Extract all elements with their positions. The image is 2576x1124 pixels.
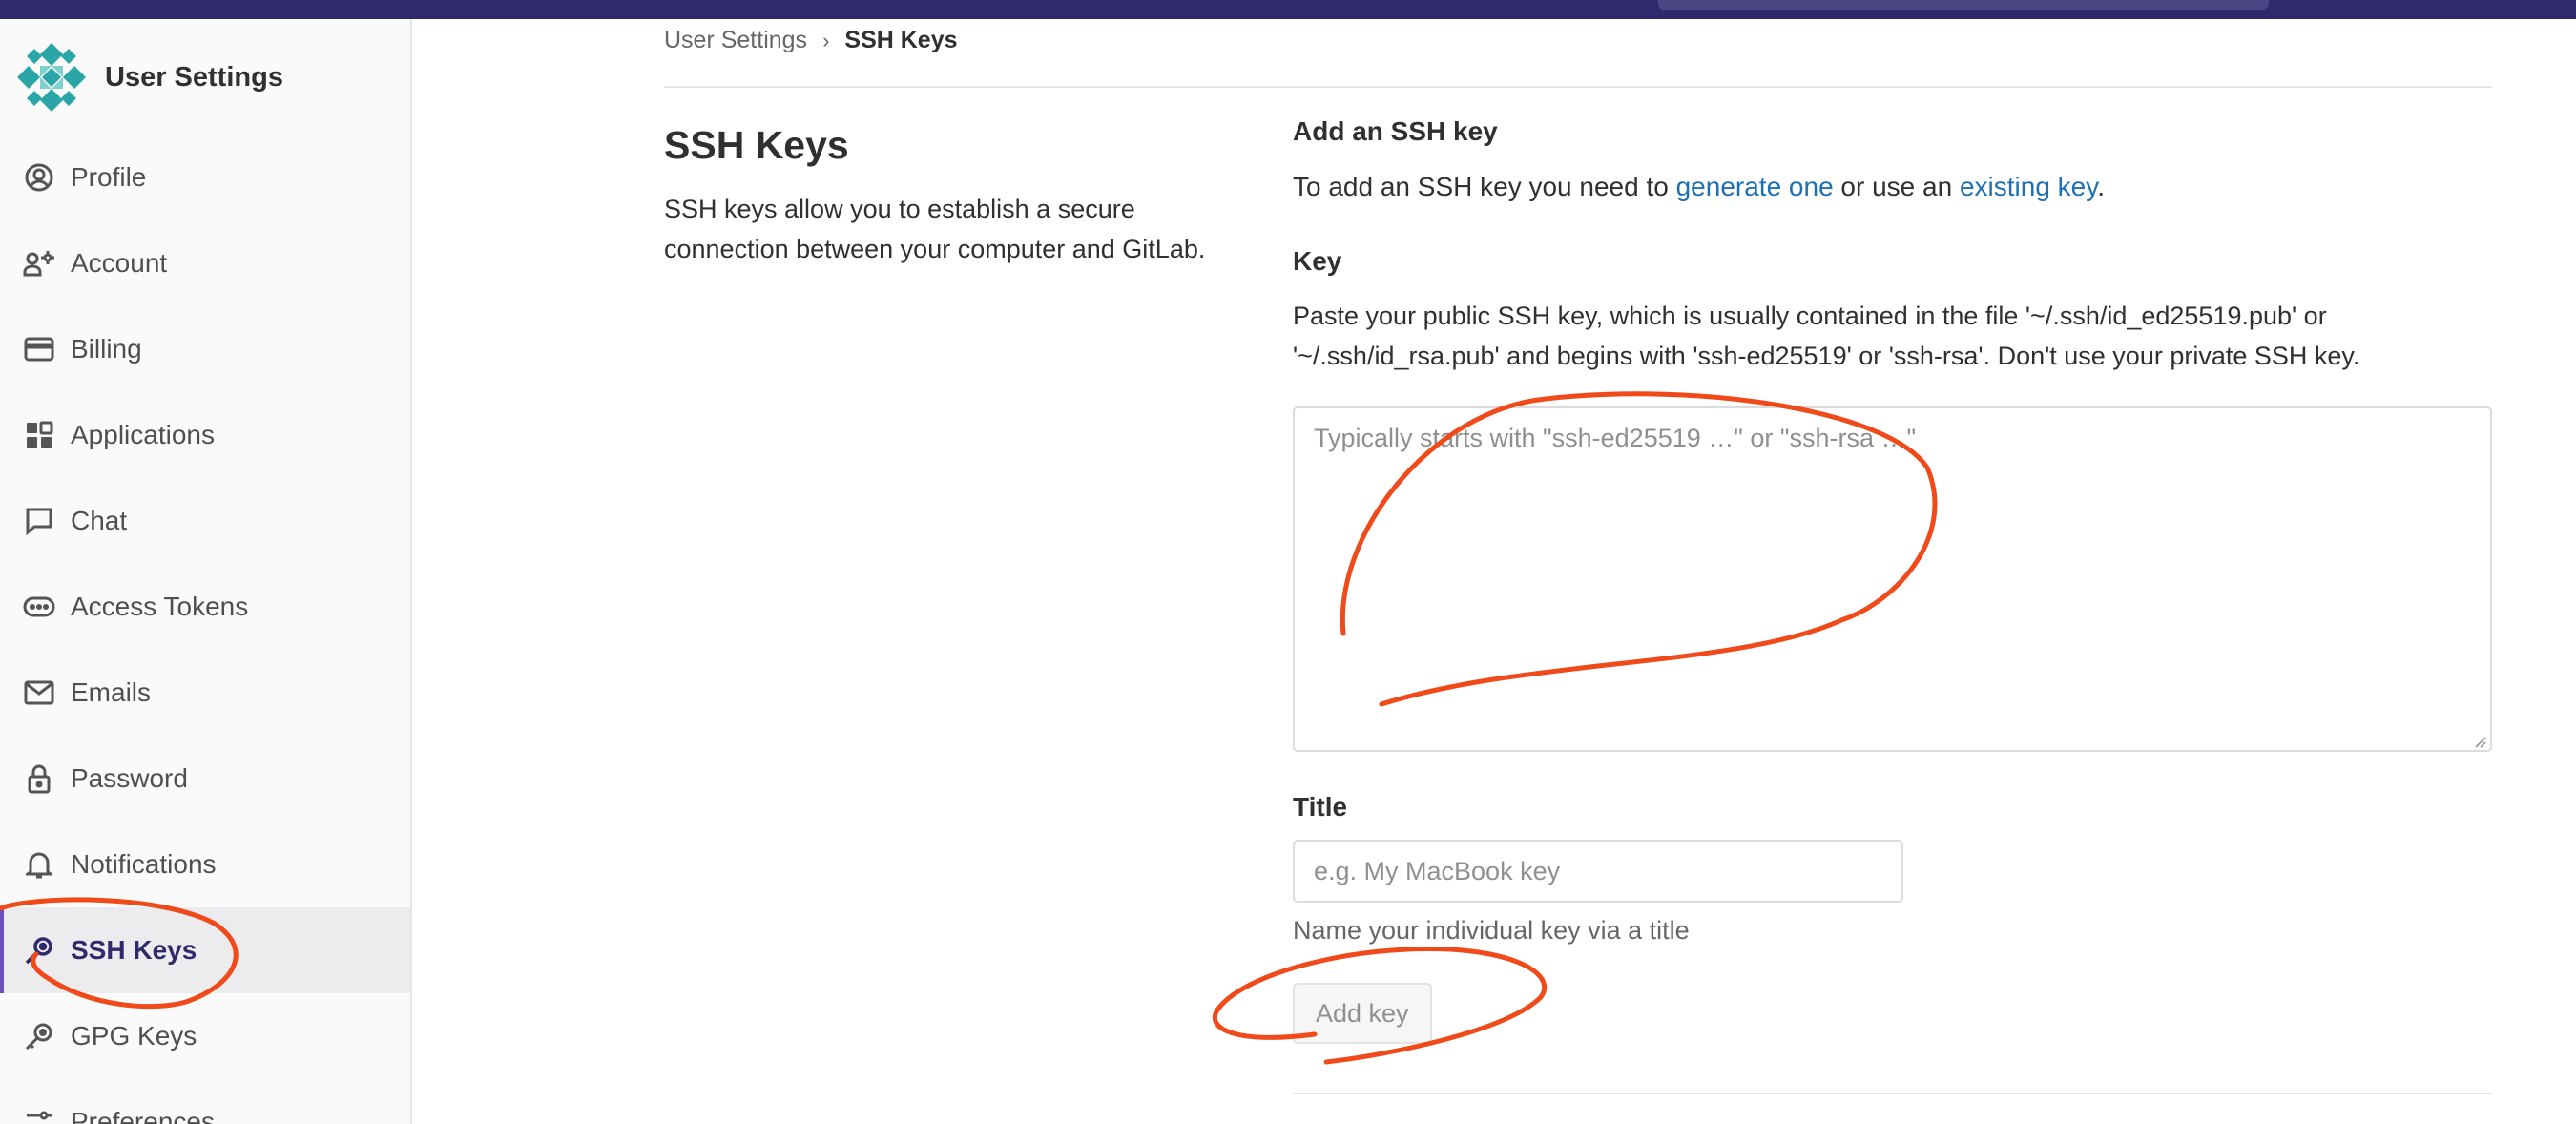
instruction-text: .: [2097, 172, 2105, 201]
sidebar-item-applications[interactable]: Applications: [0, 392, 410, 478]
section-title: Add an SSH key: [1293, 116, 1498, 146]
breadcrumb: User Settings › SSH Keys: [664, 27, 958, 54]
sidebar-item-gpg-keys[interactable]: GPG Keys: [0, 993, 410, 1079]
instruction-text: or use an: [1833, 172, 1960, 201]
email-icon: [23, 676, 55, 709]
sidebar-item-ssh-keys[interactable]: SSH Keys: [0, 907, 410, 993]
add-key-instructions: To add an SSH key you need to generate o…: [1293, 172, 2105, 202]
key-label: Key: [1293, 246, 1342, 276]
sidebar-item-label: Applications: [71, 420, 215, 449]
generate-one-link[interactable]: generate one: [1676, 172, 1834, 201]
sidebar-item-label: Chat: [71, 506, 128, 535]
sidebar-item-label: Emails: [71, 677, 152, 707]
sidebar-item-notifications[interactable]: Notifications: [0, 822, 410, 907]
page-description: SSH keys allow you to establish a secure…: [664, 195, 1206, 263]
profile-icon: [23, 161, 55, 194]
add-key-button[interactable]: Add key: [1293, 983, 1432, 1044]
sidebar-item-label: Billing: [71, 334, 142, 364]
settings-sidebar: User Settings Profile Account Billing Ap…: [0, 19, 412, 1124]
sidebar-header: User Settings: [15, 40, 283, 114]
existing-key-link[interactable]: existing key: [1960, 172, 2097, 201]
applications-icon: [23, 419, 55, 451]
bell-icon: [23, 848, 55, 881]
sidebar-item-label: Profile: [71, 162, 147, 192]
lock-icon: [23, 762, 55, 795]
title-label: Title: [1293, 792, 1348, 822]
key-title-input[interactable]: [1293, 840, 1903, 903]
sidebar-item-billing[interactable]: Billing: [0, 306, 410, 392]
sidebar-item-label: Notifications: [71, 849, 217, 879]
key-icon: [23, 1020, 55, 1052]
sidebar-item-profile[interactable]: Profile: [0, 135, 410, 220]
user-avatar-icon[interactable]: [15, 41, 88, 114]
access-tokens-icon: [23, 591, 55, 623]
account-icon: [23, 247, 55, 280]
sidebar-title: User Settings: [105, 61, 283, 93]
breadcrumb-current: SSH Keys: [844, 27, 958, 53]
resize-handle-icon[interactable]: [2473, 735, 2486, 748]
sidebar-item-access-tokens[interactable]: Access Tokens: [0, 564, 410, 650]
sidebar-item-account[interactable]: Account: [0, 220, 410, 306]
title-help-text: Name your individual key via a title: [1293, 916, 1690, 945]
breadcrumb-separator-icon: ›: [822, 28, 830, 52]
chat-icon: [23, 505, 55, 537]
ssh-key-textarea[interactable]: [1293, 406, 2492, 752]
top-navbar: [0, 0, 2576, 19]
billing-icon: [23, 333, 55, 365]
instruction-text: To add an SSH key you need to: [1293, 172, 1676, 201]
sidebar-item-label: GPG Keys: [71, 1021, 197, 1051]
preferences-icon: [23, 1106, 55, 1124]
sidebar-item-label: Password: [71, 763, 188, 793]
key-icon: [23, 934, 55, 967]
sidebar-item-emails[interactable]: Emails: [0, 650, 410, 736]
page-intro: SSH Keys SSH keys allow you to establish…: [664, 118, 1217, 269]
key-help-text: Paste your public SSH key, which is usua…: [1293, 302, 2360, 370]
breadcrumb-parent[interactable]: User Settings: [664, 27, 807, 54]
sidebar-item-label: Access Tokens: [71, 592, 249, 621]
search-bar[interactable]: [1658, 0, 2269, 10]
divider: [664, 86, 2492, 88]
sidebar-item-password[interactable]: Password: [0, 736, 410, 822]
sidebar-item-label: Preferences: [71, 1107, 215, 1124]
sidebar-item-chat[interactable]: Chat: [0, 478, 410, 564]
sidebar-item-label: Account: [71, 248, 168, 278]
page-title: SSH Keys: [664, 123, 849, 167]
sidebar-item-label: SSH Keys: [71, 935, 197, 965]
divider: [1293, 1093, 2492, 1094]
sidebar-item-preferences[interactable]: Preferences: [0, 1079, 410, 1124]
